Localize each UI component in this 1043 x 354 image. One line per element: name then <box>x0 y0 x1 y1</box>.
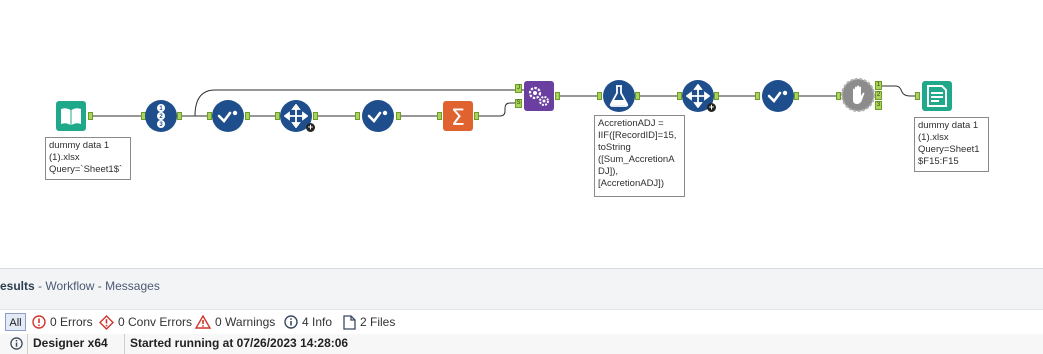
join-anchor-s[interactable]: S <box>515 99 522 108</box>
append-icon <box>284 104 308 128</box>
conv-errors-label: 0 Conv Errors <box>118 315 193 329</box>
output-anchor[interactable] <box>794 92 799 100</box>
select-tool[interactable] <box>212 100 244 132</box>
select-icon <box>217 109 239 123</box>
join-tool[interactable] <box>523 80 555 112</box>
message-tool-cell: Designer x64 <box>33 336 108 350</box>
select-icon <box>767 89 789 103</box>
input-annotation: dummy data 1 (1).xlsx Query=`Sheet1$` <box>45 137 131 180</box>
files-label: 2 Files <box>360 315 396 329</box>
svg-text:Σ: Σ <box>451 106 465 131</box>
input-anchor[interactable] <box>755 92 760 100</box>
join-anchor-j[interactable]: J <box>515 84 522 93</box>
filter-info-button[interactable]: 4 Info <box>284 313 332 331</box>
info-label: 4 Info <box>302 315 333 329</box>
output-anchor-1[interactable]: 1 <box>875 81 882 90</box>
output-annotation: dummy data 1 (1).xlsx Query=Sheet1 $F15:… <box>914 117 989 172</box>
output-anchor[interactable] <box>714 92 719 100</box>
output-anchor-3[interactable]: 3 <box>875 101 882 110</box>
output-anchor[interactable] <box>396 112 401 120</box>
summarize-icon: Σ <box>442 100 474 132</box>
append-icon <box>686 84 710 108</box>
record-id-icon: 1 2 3 <box>151 103 171 129</box>
record-id-tool[interactable]: 1 2 3 <box>145 100 177 132</box>
output-icon <box>921 80 953 112</box>
warnings-label: 0 Warnings <box>215 315 276 329</box>
message-row[interactable]: Designer x64 Started running at 07/26/20… <box>0 334 1043 354</box>
formula-tool[interactable] <box>603 80 635 112</box>
output-anchor[interactable] <box>313 112 318 120</box>
book-icon <box>55 100 87 132</box>
output-anchor[interactable] <box>245 112 250 120</box>
output-anchor[interactable] <box>635 92 640 100</box>
filter-warnings-button[interactable]: 0 Warnings <box>195 313 275 331</box>
file-icon <box>343 314 356 330</box>
select-tool[interactable] <box>362 100 394 132</box>
formula-annotation: AccretionADJ = IIF([RecordID]=15, toStri… <box>594 115 685 197</box>
output-data-tool[interactable] <box>921 80 953 112</box>
filter-all-button[interactable]: All <box>5 313 26 331</box>
conv-error-icon <box>99 314 114 330</box>
filter-files-button[interactable]: 2 Files <box>343 313 395 331</box>
results-breadcrumb[interactable]: - Workflow - Messages <box>35 279 160 293</box>
column-divider <box>124 334 125 354</box>
workflow-canvas[interactable]: dummy data 1 (1).xlsx Query=`Sheet1$` 1 … <box>0 0 1043 268</box>
results-header: esults - Workflow - Messages <box>0 279 160 299</box>
select-icon <box>367 109 389 123</box>
filter-conv-errors-button[interactable]: 0 Conv Errors <box>99 313 192 331</box>
output-anchor[interactable] <box>177 112 182 120</box>
summarize-tool[interactable]: Σ <box>442 100 474 132</box>
block-until-done-icon <box>841 78 875 112</box>
info-icon <box>284 315 298 329</box>
output-anchor[interactable] <box>88 112 93 120</box>
error-icon <box>32 315 46 329</box>
results-title: esults <box>0 279 35 293</box>
output-anchor[interactable] <box>474 112 479 120</box>
output-anchor-2[interactable]: 2 <box>875 91 882 100</box>
message-filter-bar: All 0 Errors 0 Conv Errors 0 Warnings 4 … <box>0 309 1043 335</box>
select-tool[interactable] <box>762 80 794 112</box>
output-anchor[interactable] <box>555 92 560 100</box>
info-icon <box>10 337 23 353</box>
input-anchor[interactable] <box>355 112 360 120</box>
results-pane: esults - Workflow - Messages All 0 Error… <box>0 268 1043 354</box>
input-anchor[interactable] <box>915 92 920 100</box>
connection-wires <box>93 85 918 117</box>
input-data-tool[interactable] <box>55 100 87 132</box>
errors-label: 0 Errors <box>50 315 93 329</box>
join-icon <box>523 80 555 112</box>
plus-icon: + <box>306 122 315 132</box>
warning-icon <box>195 315 211 329</box>
block-until-done-tool[interactable] <box>841 78 875 112</box>
filter-errors-button[interactable]: 0 Errors <box>32 313 93 331</box>
plus-icon: + <box>707 102 716 112</box>
column-divider <box>27 334 28 354</box>
message-text-cell: Started running at 07/26/2023 14:28:06 <box>130 336 349 350</box>
input-anchor[interactable] <box>597 92 602 100</box>
formula-icon <box>608 84 630 108</box>
